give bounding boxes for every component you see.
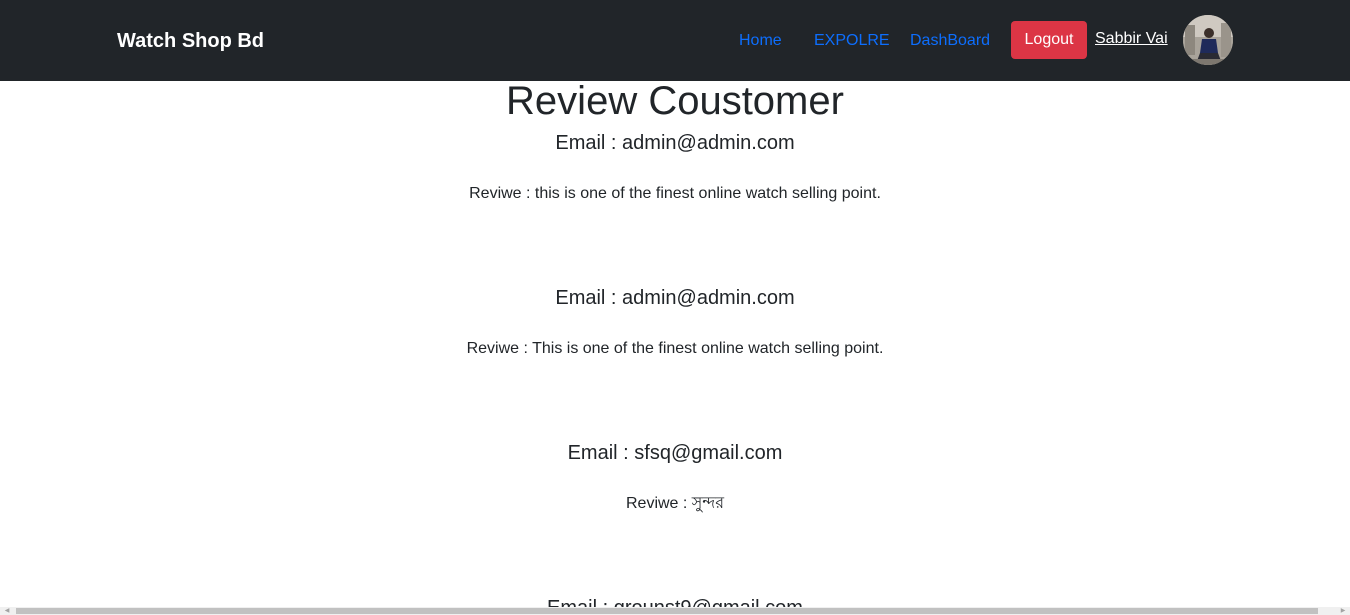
- horizontal-scrollbar[interactable]: ◀ ▶: [0, 607, 1350, 615]
- scrollbar-thumb[interactable]: [16, 608, 1318, 614]
- avatar[interactable]: [1183, 15, 1233, 65]
- review-text: Reviwe : সুন্দর: [625, 495, 724, 512]
- brand-logo-text[interactable]: Watch Shop Bd: [117, 29, 264, 53]
- review-text: Reviwe : this is one of the finest onlin…: [469, 185, 881, 202]
- nav-link-home[interactable]: Home: [739, 31, 782, 51]
- user-name-link[interactable]: Sabbir Vai: [1095, 29, 1168, 49]
- scroll-left-icon[interactable]: ◀: [0, 607, 14, 615]
- page-title: Review Coustomer: [506, 81, 844, 123]
- review-text: Reviwe : This is one of the finest onlin…: [466, 340, 884, 357]
- avatar-photo-icon: [1183, 15, 1233, 65]
- scroll-right-icon[interactable]: ▶: [1336, 607, 1350, 615]
- review-email: Email : grounst9@gmail.com: [0, 596, 1350, 607]
- review-email: Email : sfsq@gmail.com: [567, 442, 783, 464]
- nav-link-explore[interactable]: EXPOLRE: [814, 31, 890, 51]
- logout-button[interactable]: Logout: [1011, 21, 1087, 59]
- review-email: Email : admin@admin.com: [555, 132, 795, 154]
- top-navbar: Watch Shop Bd Home EXPOLRE DashBoard Log…: [0, 0, 1350, 81]
- main-content: Review Coustomer Email : admin@admin.com…: [0, 81, 1350, 607]
- nav-link-dashboard[interactable]: DashBoard: [910, 31, 990, 51]
- review-email: Email : admin@admin.com: [555, 287, 795, 309]
